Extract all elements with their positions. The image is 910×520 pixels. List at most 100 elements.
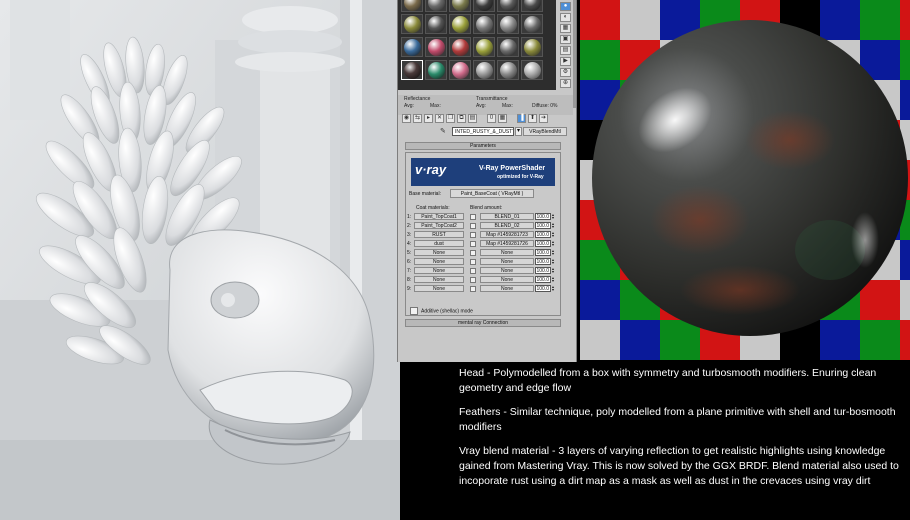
background-icon[interactable]: ▦ — [560, 24, 571, 33]
blend-amount-field[interactable]: 100.0 — [535, 249, 551, 256]
coat-enable-checkbox[interactable] — [470, 277, 476, 283]
options-icon[interactable]: ⚙ — [560, 68, 571, 77]
coat-material-button[interactable]: Paint_TopCoat2 — [414, 222, 464, 229]
coat-material-button[interactable]: None — [414, 285, 464, 292]
get-material-icon[interactable]: ◉ — [402, 114, 411, 123]
blend-amount-field[interactable]: 100.0 — [535, 222, 551, 229]
amount-spinner-icon[interactable]: ▴ ▾ — [552, 267, 556, 274]
material-slot[interactable] — [497, 0, 519, 12]
material-slot[interactable] — [473, 60, 495, 80]
coat-material-button[interactable]: RUST — [414, 231, 464, 238]
backlight-icon[interactable]: ◐ — [560, 13, 571, 22]
go-forward-sibling-icon[interactable]: ➔ — [539, 114, 548, 123]
material-slot[interactable] — [449, 14, 471, 34]
material-slot[interactable] — [401, 37, 423, 57]
amount-spinner-icon[interactable]: ▴ ▾ — [552, 240, 556, 247]
coat-enable-checkbox[interactable] — [470, 250, 476, 256]
material-slot[interactable] — [497, 14, 519, 34]
coat-material-button[interactable]: dust — [414, 240, 464, 247]
material-slot[interactable] — [425, 60, 447, 80]
blend-amount-field[interactable]: 100.0 — [535, 240, 551, 247]
blend-map-button[interactable]: None — [480, 249, 534, 256]
parameters-rollout-header[interactable]: Parameters — [405, 142, 561, 150]
material-slot[interactable] — [521, 37, 543, 57]
material-slot[interactable] — [425, 0, 447, 12]
base-material-button[interactable]: Paint_BaseCoat ( VRayMtl ) — [450, 189, 534, 198]
make-preview-icon[interactable]: ▶ — [560, 57, 571, 66]
material-id-channel-icon[interactable]: 0 — [487, 114, 496, 123]
material-slot[interactable] — [497, 37, 519, 57]
put-to-scene-icon[interactable]: ⇆ — [413, 114, 422, 123]
material-slot[interactable] — [401, 0, 423, 12]
blend-map-button[interactable]: BLEND_01 — [480, 213, 534, 220]
vray-logo: v·ray — [415, 162, 447, 177]
select-by-material-icon[interactable]: ⊕ — [560, 79, 571, 88]
material-slot[interactable] — [521, 60, 543, 80]
assign-to-selection-icon[interactable]: ▸ — [424, 114, 433, 123]
material-name-field[interactable]: INTED_RUSTY_&_DUSTY — [452, 127, 514, 136]
show-map-icon[interactable]: ▦ — [498, 114, 507, 123]
coat-enable-checkbox[interactable] — [470, 268, 476, 274]
reset-map-icon[interactable]: ✕ — [435, 114, 444, 123]
name-dropdown-arrow-icon[interactable]: ▾ — [515, 127, 522, 136]
material-slot[interactable] — [425, 37, 447, 57]
coat-enable-checkbox[interactable] — [470, 223, 476, 229]
blend-amount-field[interactable]: 100.0 — [535, 276, 551, 283]
material-slot[interactable] — [521, 0, 543, 12]
amount-spinner-icon[interactable]: ▴ ▾ — [552, 231, 556, 238]
coat-enable-checkbox[interactable] — [470, 214, 476, 220]
amount-spinner-icon[interactable]: ▴ ▾ — [552, 222, 556, 229]
material-slot[interactable] — [425, 14, 447, 34]
make-unique-icon[interactable]: ⧉ — [457, 114, 466, 123]
put-to-library-icon[interactable]: ▤ — [468, 114, 477, 123]
coat-material-button[interactable]: Paint_TopCoat1 — [414, 213, 464, 220]
material-slot[interactable] — [521, 14, 543, 34]
coat-enable-checkbox[interactable] — [470, 286, 476, 292]
coat-enable-checkbox[interactable] — [470, 232, 476, 238]
coat-material-button[interactable]: None — [414, 276, 464, 283]
blend-map-button[interactable]: None — [480, 285, 534, 292]
sample-uv-tiling-icon[interactable]: ▣ — [560, 35, 571, 44]
material-slot[interactable] — [401, 14, 423, 34]
coat-material-button[interactable]: None — [414, 258, 464, 265]
make-copy-icon[interactable]: ❐ — [446, 114, 455, 123]
coat-enable-checkbox[interactable] — [470, 259, 476, 265]
show-end-result-icon[interactable]: ▐ — [517, 114, 526, 123]
blend-amount-field[interactable]: 100.0 — [535, 231, 551, 238]
blend-map-button[interactable]: None — [480, 258, 534, 265]
material-slot[interactable] — [497, 60, 519, 80]
blend-map-button[interactable]: BLEND_02 — [480, 222, 534, 229]
mental-ray-rollout-header[interactable]: mental ray Connection — [405, 319, 561, 327]
additive-checkbox[interactable] — [410, 307, 418, 315]
coat-material-button[interactable]: None — [414, 267, 464, 274]
blend-map-button[interactable]: None — [480, 267, 534, 274]
blend-amount-field[interactable]: 100.0 — [535, 267, 551, 274]
blend-amount-field[interactable]: 100.0 — [535, 285, 551, 292]
additive-mode-option[interactable]: Additive (shellac) mode — [410, 307, 473, 315]
amount-spinner-icon[interactable]: ▴ ▾ — [552, 213, 556, 220]
blend-map-button[interactable]: Map #1459281723 — [480, 231, 534, 238]
pick-material-icon[interactable]: ✎ — [440, 127, 446, 135]
material-slot[interactable] — [473, 37, 495, 57]
material-slot[interactable] — [473, 0, 495, 12]
coat-material-button[interactable]: None — [414, 249, 464, 256]
amount-spinner-icon[interactable]: ▴ ▾ — [552, 276, 556, 283]
material-slot[interactable] — [449, 60, 471, 80]
coat-enable-checkbox[interactable] — [470, 241, 476, 247]
material-slot[interactable] — [449, 37, 471, 57]
blend-amount-field[interactable]: 100.0 — [535, 258, 551, 265]
amount-spinner-icon[interactable]: ▴ ▾ — [552, 258, 556, 265]
material-slot[interactable] — [473, 14, 495, 34]
amount-spinner-icon[interactable]: ▴ ▾ — [552, 285, 556, 292]
material-slot[interactable] — [449, 0, 471, 12]
material-slot-selected[interactable] — [401, 60, 423, 80]
video-color-check-icon[interactable]: ▤ — [560, 46, 571, 55]
go-to-parent-icon[interactable]: ⬆ — [528, 114, 537, 123]
blend-amount-field[interactable]: 100.0 — [535, 213, 551, 220]
sample-type-icon[interactable]: ● — [560, 2, 571, 11]
blend-map-button[interactable]: Map #1459281726 — [480, 240, 534, 247]
slots-scrollbar[interactable] — [573, 0, 576, 108]
amount-spinner-icon[interactable]: ▴ ▾ — [552, 249, 556, 256]
material-type-button[interactable]: VRayBlendMtl — [523, 127, 567, 136]
blend-map-button[interactable]: None — [480, 276, 534, 283]
